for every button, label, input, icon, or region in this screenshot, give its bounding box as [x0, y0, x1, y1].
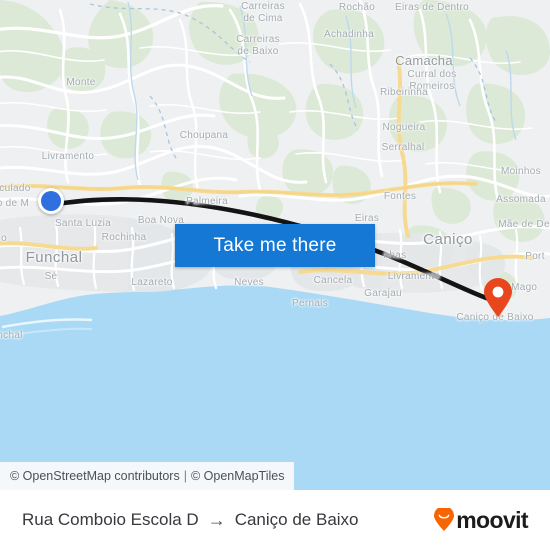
map-canvas[interactable]: Carreiras de Cima Carreiras de Baixo Rochã…: [0, 0, 550, 490]
attribution-separator: |: [183, 469, 187, 483]
map-attribution: © OpenStreetMap contributors | © OpenMap…: [0, 462, 295, 490]
origin-marker-dot: [41, 191, 61, 211]
take-me-there-button[interactable]: Take me there: [175, 224, 375, 267]
origin-marker[interactable]: [38, 188, 64, 214]
moovit-pin-icon: [434, 508, 455, 531]
osm-attribution-link[interactable]: © OpenStreetMap contributors: [10, 469, 180, 483]
moovit-trip-screen: Carreiras de Cima Carreiras de Baixo Rochã…: [0, 0, 550, 550]
trip-destination-label: Caniço de Baixo: [234, 510, 359, 529]
trip-origin-label: Rua Comboio Escola D: [22, 510, 199, 529]
openmaptiles-attribution-link[interactable]: © OpenMapTiles: [191, 469, 285, 483]
trip-summary: Rua Comboio Escola D → Caniço de Baixo: [22, 510, 359, 531]
destination-marker[interactable]: [483, 278, 513, 318]
arrow-right-icon: →: [207, 509, 226, 530]
moovit-logo[interactable]: moovit: [433, 506, 529, 534]
footer-bar: Rua Comboio Escola D → Caniço de Baixo m…: [0, 490, 550, 550]
moovit-wordmark: moovit: [456, 506, 528, 533]
